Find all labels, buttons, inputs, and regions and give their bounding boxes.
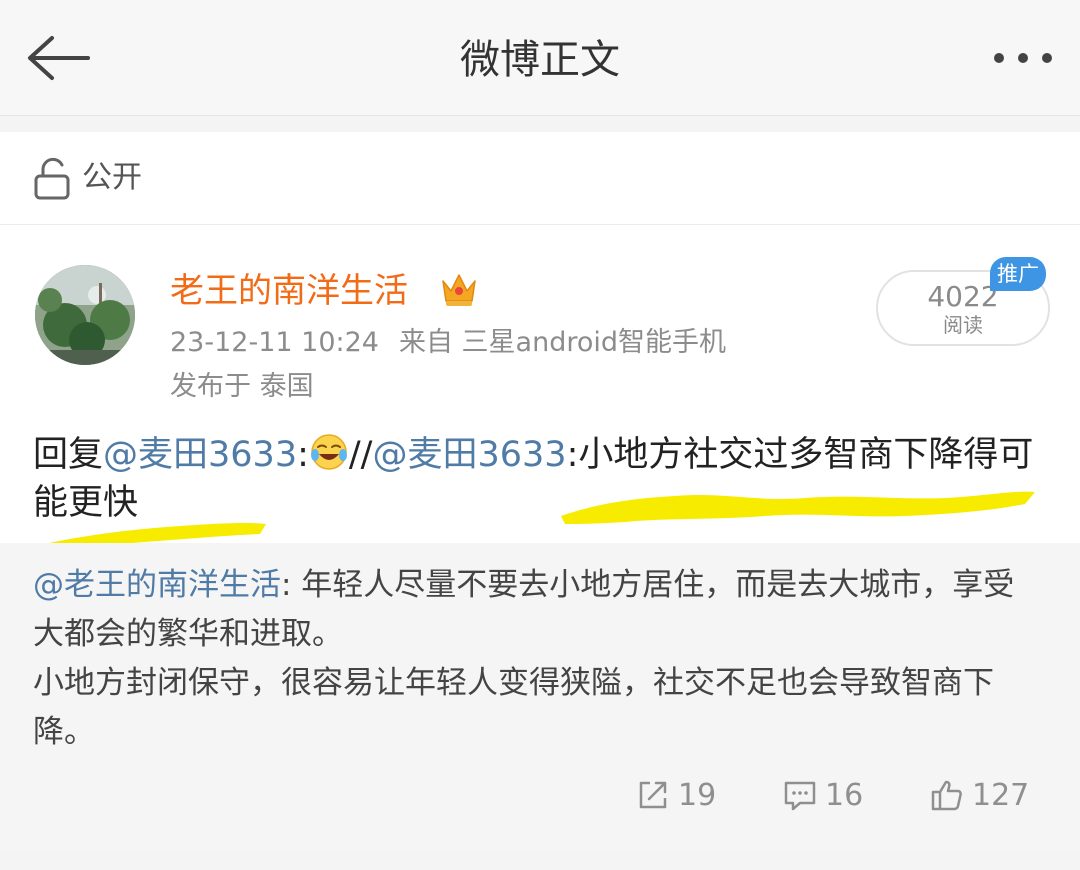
quoted-text: @老王的南洋生活: 年轻人尽量不要去小地方居住，而是去大城市，享受大都会的繁华和… [33, 561, 1043, 757]
post-card: 老王的南洋生活 23-12-11 10:24 来自 三星android智能手机 发… [0, 225, 1080, 543]
privacy-row: 公开 [0, 132, 1080, 225]
read-label: 阅读 [943, 313, 983, 337]
page-title: 微博正文 [460, 37, 620, 83]
repost-button[interactable]: 19 [636, 776, 726, 816]
top-bar: 微博正文 [0, 0, 1080, 116]
laughing-crying-emoji-icon [310, 434, 347, 470]
reply-prefix: 回复 [33, 435, 104, 475]
avatar[interactable] [35, 265, 135, 365]
post-meta: 23-12-11 10:24 来自 三星android智能手机 [170, 323, 726, 363]
mention-link[interactable]: @麦田3633 [103, 435, 297, 475]
quoted-author-mention[interactable]: @老王的南洋生活 [33, 567, 281, 603]
lock-icon [34, 157, 70, 200]
share-icon [639, 781, 667, 809]
more-dots-icon[interactable] [992, 48, 1054, 68]
post-timestamp: 23-12-11 10:24 [170, 327, 379, 358]
like-button[interactable]: 127 [930, 776, 1040, 816]
mention-link[interactable]: @麦田3633 [372, 435, 566, 475]
author-name[interactable]: 老王的南洋生活 [170, 267, 408, 315]
comment-count: 16 [825, 778, 864, 813]
separator: : [297, 435, 309, 475]
quoted-post[interactable]: @老王的南洋生活: 年轻人尽量不要去小地方居住，而是去大城市，享受大都会的繁华和… [0, 543, 1080, 850]
thumbs-up-icon [931, 780, 962, 811]
like-count: 127 [972, 778, 1030, 813]
comment-button[interactable]: 16 [783, 776, 873, 816]
comment-icon [784, 781, 816, 811]
privacy-label: 公开 [82, 160, 142, 195]
ad-badge: 推广 [990, 257, 1046, 291]
quoted-line-2: 小地方封闭保守，很容易让年轻人变得狭隘，社交不足也会导致智商下降。 [33, 665, 994, 750]
post-text: 回复@麦田3633: //@麦田3633:小地方社交过多智商下降得可能更快 [33, 431, 1043, 527]
crown-icon [442, 274, 476, 306]
post-source: 来自 三星android智能手机 [398, 327, 726, 358]
repost-count: 19 [678, 778, 717, 813]
post-location: 发布于 泰国 [170, 371, 314, 402]
separator: // [348, 435, 373, 475]
